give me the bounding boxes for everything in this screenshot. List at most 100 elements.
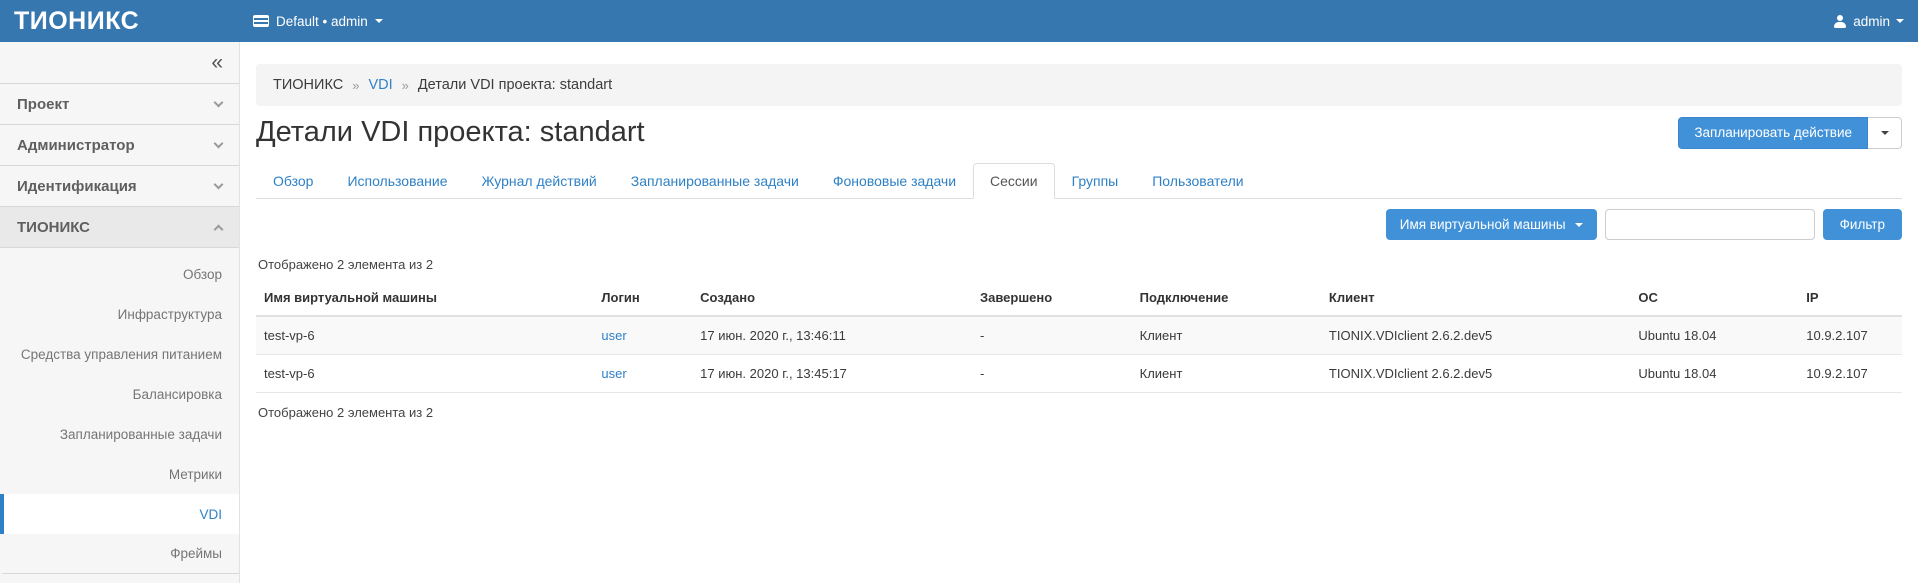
item-label: Инфраструктура	[118, 307, 222, 322]
cell-created: 17 июн. 2020 г., 13:45:17	[692, 355, 972, 393]
sidebar-collapse-button[interactable]: «	[0, 42, 239, 84]
tab-users[interactable]: Пользователи	[1135, 163, 1260, 199]
item-label: Запланированные задачи	[60, 427, 222, 442]
column-header-vm-name: Имя виртуальной машины	[256, 280, 593, 316]
login-link[interactable]: user	[601, 328, 626, 343]
filter-field-label: Имя виртуальной машины	[1400, 217, 1566, 232]
item-label: Фреймы	[170, 546, 222, 561]
main-content: ТИОНИКС » VDI » Детали VDI проекта: stan…	[240, 42, 1918, 583]
filter-input[interactable]	[1605, 209, 1815, 240]
sidebar-item-frames[interactable]: Фреймы	[0, 534, 239, 574]
section-label: Проект	[17, 96, 69, 113]
collapse-icon: «	[211, 51, 223, 75]
page-actions: Запланировать действие	[1678, 117, 1902, 149]
table-row: test-vp-6 user 17 июн. 2020 г., 13:45:17…	[256, 355, 1902, 393]
column-header-connection: Подключение	[1132, 280, 1321, 316]
chevron-down-icon	[1896, 19, 1904, 23]
sidebar-item-infrastructure[interactable]: Инфраструктура	[0, 294, 239, 334]
top-navbar: ТИОНИКС Default • admin admin	[0, 0, 1918, 42]
breadcrumb-item-vdi[interactable]: VDI	[368, 77, 392, 93]
column-header-client: Клиент	[1321, 280, 1630, 316]
items-count-top: Отображено 2 элемента из 2	[256, 257, 1902, 272]
cell-os: Ubuntu 18.04	[1630, 355, 1798, 393]
user-menu[interactable]: admin	[1833, 14, 1918, 29]
filter-row: Имя виртуальной машины Фильтр	[256, 209, 1902, 240]
project-switcher[interactable]: Default • admin	[240, 14, 383, 29]
page-title: Детали VDI проекта: standart	[256, 116, 645, 149]
schedule-action-label: Запланировать действие	[1694, 125, 1852, 140]
column-header-login: Логин	[593, 280, 692, 316]
sidebar-section-tionix[interactable]: ТИОНИКС	[0, 207, 239, 248]
chevron-down-icon	[214, 139, 224, 149]
section-label: ТИОНИКС	[17, 219, 90, 236]
tab-bar: Обзор Использование Журнал действий Запл…	[256, 163, 1902, 199]
items-count-bottom: Отображено 2 элемента из 2	[256, 405, 1902, 420]
schedule-action-button[interactable]: Запланировать действие	[1678, 117, 1868, 149]
sidebar-section-project[interactable]: Проект	[0, 84, 239, 125]
sidebar-item-vdi[interactable]: VDI	[0, 494, 239, 534]
sidebar-item-scheduled-tasks[interactable]: Запланированные задачи	[0, 414, 239, 454]
project-switcher-icon	[253, 15, 269, 27]
sidebar-section-identity[interactable]: Идентификация	[0, 166, 239, 207]
page-layout: « Проект Администратор Идентификация ТИО…	[0, 42, 1918, 583]
item-label: Средства управления питанием	[21, 347, 222, 362]
table-row: test-vp-6 user 17 июн. 2020 г., 13:46:11…	[256, 316, 1902, 355]
tab-overview[interactable]: Обзор	[256, 163, 330, 199]
chevron-down-icon	[375, 19, 383, 23]
chevron-down-icon	[214, 98, 224, 108]
cell-client: TIONIX.VDIclient 2.6.2.dev5	[1321, 355, 1630, 393]
column-header-finished: Завершено	[972, 280, 1132, 316]
tab-action-log[interactable]: Журнал действий	[464, 163, 613, 199]
item-label: Обзор	[183, 267, 222, 282]
item-label: Балансировка	[133, 387, 222, 402]
user-icon	[1833, 15, 1847, 28]
tab-usage[interactable]: Использование	[330, 163, 464, 199]
chevron-up-icon	[214, 224, 224, 234]
tab-sessions[interactable]: Сессии	[973, 163, 1055, 199]
column-header-created: Создано	[692, 280, 972, 316]
sidebar-section-admin[interactable]: Администратор	[0, 125, 239, 166]
title-row: Детали VDI проекта: standart Запланирова…	[256, 116, 1902, 149]
column-header-os: ОС	[1630, 280, 1798, 316]
item-label: Метрики	[169, 467, 222, 482]
breadcrumb-item-current: Детали VDI проекта: standart	[418, 77, 612, 93]
cell-ip: 10.9.2.107	[1798, 355, 1902, 393]
sidebar-item-power-management[interactable]: Средства управления питанием	[0, 334, 239, 374]
sidebar-item-metrics[interactable]: Метрики	[0, 454, 239, 494]
login-link[interactable]: user	[601, 366, 626, 381]
sidebar-item-overview[interactable]: Обзор	[0, 254, 239, 294]
cell-ip: 10.9.2.107	[1798, 316, 1902, 355]
sidebar: « Проект Администратор Идентификация ТИО…	[0, 42, 240, 583]
filter-field-dropdown[interactable]: Имя виртуальной машины	[1386, 209, 1597, 240]
tab-scheduled-tasks[interactable]: Запланированные задачи	[614, 163, 816, 199]
breadcrumb-item-tionix: ТИОНИКС	[273, 77, 343, 93]
breadcrumb-separator: »	[352, 78, 359, 93]
cell-login: user	[593, 316, 692, 355]
sidebar-item-balancing[interactable]: Балансировка	[0, 374, 239, 414]
cell-connection: Клиент	[1132, 316, 1321, 355]
table-header-row: Имя виртуальной машины Логин Создано Зав…	[256, 280, 1902, 316]
brand-logo: ТИОНИКС	[0, 7, 240, 36]
cell-finished: -	[972, 316, 1132, 355]
cell-vm-name: test-vp-6	[256, 355, 593, 393]
item-label: VDI	[199, 507, 222, 522]
cell-client: TIONIX.VDIclient 2.6.2.dev5	[1321, 316, 1630, 355]
user-menu-label: admin	[1853, 14, 1890, 29]
sessions-table: Имя виртуальной машины Логин Создано Зав…	[256, 280, 1902, 393]
tab-groups[interactable]: Группы	[1055, 163, 1136, 199]
schedule-action-dropdown-toggle[interactable]	[1868, 117, 1902, 149]
filter-button[interactable]: Фильтр	[1823, 209, 1902, 240]
cell-created: 17 июн. 2020 г., 13:46:11	[692, 316, 972, 355]
sidebar-subitems: Обзор Инфраструктура Средства управления…	[0, 248, 239, 574]
breadcrumb-separator: »	[402, 78, 409, 93]
cell-os: Ubuntu 18.04	[1630, 316, 1798, 355]
section-label: Идентификация	[17, 178, 137, 195]
section-label: Администратор	[17, 137, 135, 154]
chevron-down-icon	[1881, 131, 1889, 135]
tab-background-tasks[interactable]: Фонововые задачи	[816, 163, 973, 199]
cell-finished: -	[972, 355, 1132, 393]
chevron-down-icon	[1575, 223, 1583, 227]
chevron-down-icon	[214, 180, 224, 190]
cell-login: user	[593, 355, 692, 393]
column-header-ip: IP	[1798, 280, 1902, 316]
